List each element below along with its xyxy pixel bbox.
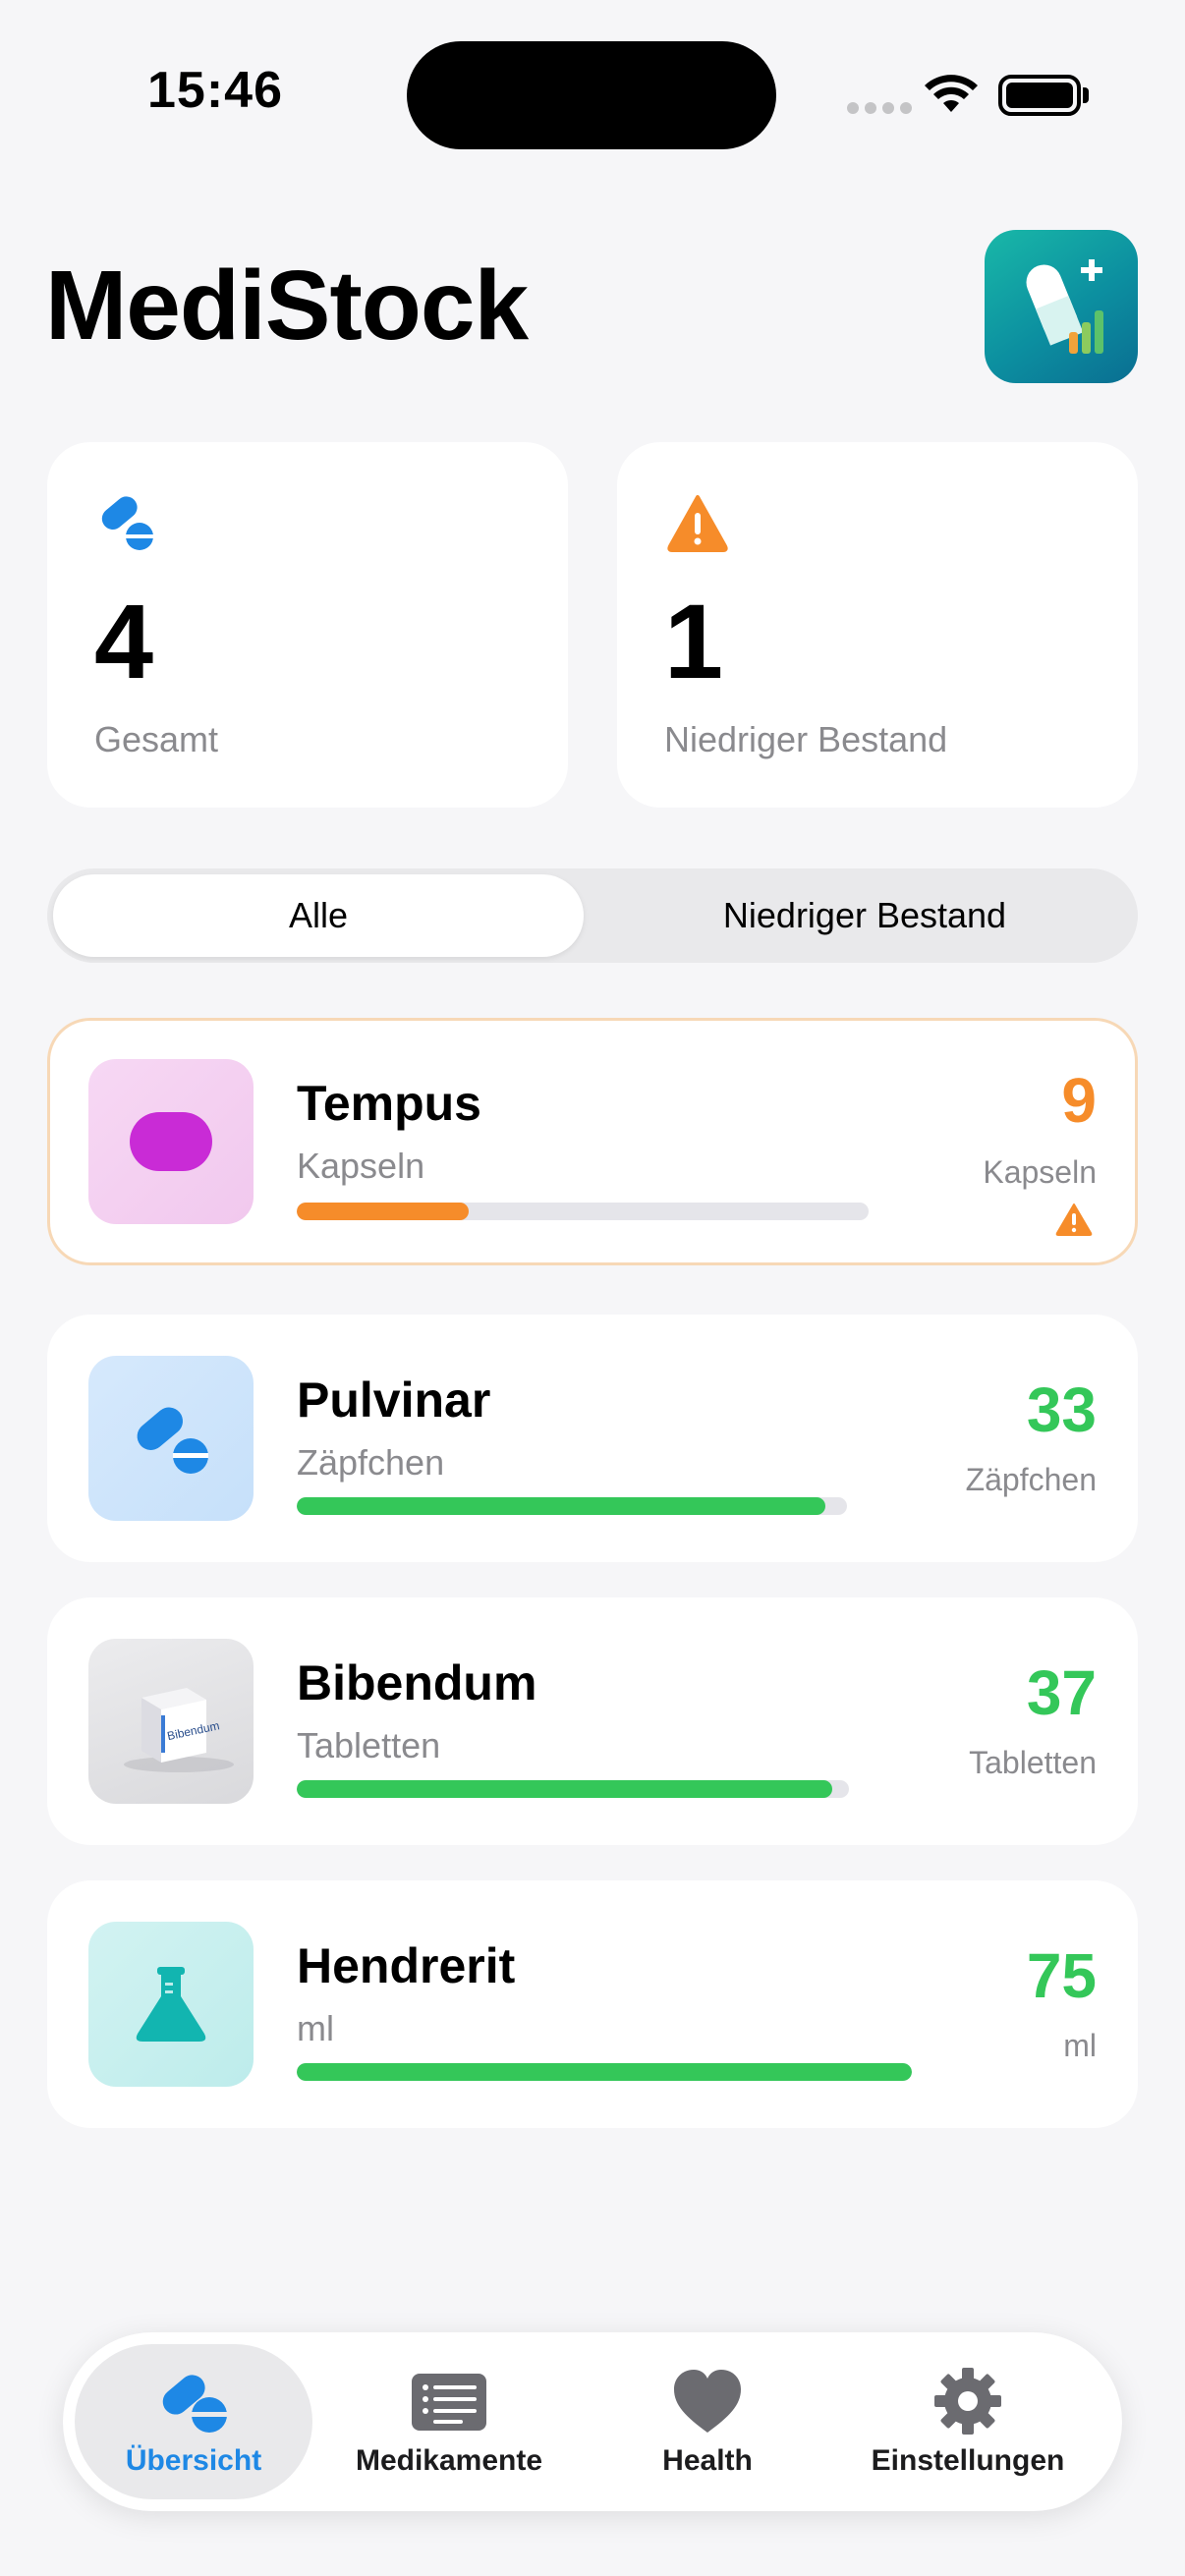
heart-icon (674, 2370, 741, 2433)
tab-health[interactable]: Health (629, 2344, 786, 2499)
pills-icon (101, 496, 153, 550)
filter-low-stock[interactable]: Niedriger Bestand (597, 874, 1132, 957)
tab-settings[interactable]: Einstellungen (849, 2344, 1087, 2499)
stat-low-value: 1 (664, 582, 724, 700)
stock-count: 9 (1061, 1065, 1097, 1136)
tab-bar: Übersicht Medikamente Health Einstellung… (63, 2332, 1122, 2511)
stock-count: 37 (1026, 1657, 1097, 1728)
wifi-icon (925, 75, 978, 112)
medication-unit: Kapseln (297, 1146, 425, 1186)
stock-level-bar (297, 1497, 847, 1515)
medication-card-bibendum[interactable]: Bibendum Bibendum Tabletten 37 Tabletten (47, 1597, 1138, 1845)
medication-unit: Zäpfchen (297, 1442, 445, 1483)
medication-name: Pulvinar (297, 1372, 491, 1428)
status-time: 15:46 (147, 62, 283, 119)
stat-total-value: 4 (94, 582, 154, 700)
medication-name: Bibendum (297, 1655, 537, 1710)
medication-unit: ml (297, 2008, 334, 2048)
stat-low-label: Niedriger Bestand (664, 719, 948, 759)
medicine-box-photo: Bibendum (88, 1639, 254, 1804)
stock-count-unit: Kapseln (983, 1154, 1097, 1190)
stock-count: 75 (1026, 1940, 1097, 2011)
stock-level-bar (297, 1203, 869, 1220)
medication-name: Tempus (297, 1076, 481, 1131)
stock-level-bar (297, 2063, 912, 2081)
battery-icon (998, 75, 1081, 116)
medication-name: Hendrerit (297, 1938, 516, 1993)
tab-label: Einstellungen (871, 2444, 1065, 2477)
capsule-icon (88, 1059, 254, 1224)
stat-total-label: Gesamt (94, 719, 219, 759)
app-screen: 15:46 MediStock 4 Gesamt 1 Niedriger Bes… (0, 0, 1185, 2576)
stock-count-unit: Zäpfchen (965, 1462, 1097, 1497)
tab-label: Übersicht (125, 2444, 262, 2477)
tab-label: Health (662, 2444, 753, 2477)
stock-count: 33 (1026, 1374, 1097, 1445)
tab-overview[interactable]: Übersicht (75, 2344, 312, 2499)
stat-card-total[interactable]: 4 Gesamt (47, 442, 568, 808)
stock-count-unit: ml (1063, 2028, 1097, 2063)
medication-card-hendrerit[interactable]: Hendrerit ml 75 ml (47, 1880, 1138, 2128)
cellular-signal-icon (847, 102, 912, 114)
dynamic-island (407, 41, 776, 149)
flask-icon (88, 1922, 254, 2087)
app-logo-icon[interactable] (985, 230, 1138, 383)
medication-card-pulvinar[interactable]: Pulvinar Zäpfchen 33 Zäpfchen (47, 1315, 1138, 1562)
filter-all[interactable]: Alle (53, 874, 584, 957)
warning-icon (667, 495, 728, 552)
gear-icon (934, 2368, 1001, 2435)
pills-icon (88, 1356, 254, 1521)
list-icon (412, 2374, 486, 2431)
battery-tip (1083, 87, 1089, 103)
stock-level-fill (297, 1203, 469, 1220)
medication-unit: Tabletten (297, 1725, 441, 1765)
tab-medications[interactable]: Medikamente (348, 2344, 550, 2499)
stock-level-fill (297, 2063, 912, 2081)
filter-segmented-control: Alle Niedriger Bestand (47, 868, 1138, 963)
stock-level-fill (297, 1780, 833, 1798)
stat-card-low-stock[interactable]: 1 Niedriger Bestand (617, 442, 1138, 808)
warning-icon (1055, 1204, 1093, 1236)
pills-icon (162, 2375, 227, 2433)
tab-label: Medikamente (355, 2444, 543, 2477)
medication-card-tempus[interactable]: Tempus Kapseln 9 Kapseln (47, 1018, 1138, 1265)
stock-level-fill (297, 1497, 825, 1515)
page-title: MediStock (45, 251, 529, 361)
stock-level-bar (297, 1780, 849, 1798)
stock-count-unit: Tabletten (969, 1745, 1097, 1780)
